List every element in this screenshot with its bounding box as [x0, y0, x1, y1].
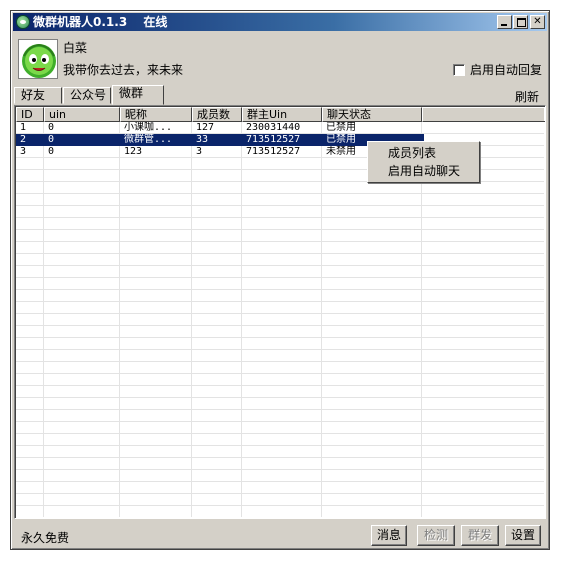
grid-row-line — [16, 217, 544, 218]
table-row-selected[interactable]: 2 0 微群管... 33 713512527 已禁用 — [16, 134, 424, 146]
grid-row-line — [16, 253, 544, 254]
avatar[interactable] — [18, 39, 58, 79]
close-button[interactable]: ✕ — [530, 15, 545, 29]
cell-uin: 0 — [48, 146, 55, 157]
table-row[interactable]: 1 0 小课咖... 127 230031440 已禁用 — [16, 122, 424, 134]
wechat-icon — [16, 15, 30, 29]
grid-row-line — [16, 337, 544, 338]
green-cabbage-avatar-icon — [19, 40, 57, 78]
table-row[interactable]: 3 0 123 3 713512527 未禁用 — [16, 146, 424, 158]
grid-row-line — [16, 397, 544, 398]
grid-row-line — [16, 505, 544, 506]
column-header-nickname[interactable]: 昵称 — [120, 107, 192, 122]
profile-nickname: 白菜 — [63, 41, 88, 55]
column-header-id[interactable]: ID — [16, 107, 44, 122]
column-header-owner-uin[interactable]: 群主Uin — [242, 107, 322, 122]
refresh-link[interactable]: 刷新 — [515, 88, 539, 105]
auto-reply-label: 启用自动回复 — [469, 63, 542, 77]
cell-owner-uin: 713512527 — [246, 134, 301, 145]
column-header-chat-status[interactable]: 聊天状态 — [322, 107, 422, 122]
grid-row-line — [16, 325, 544, 326]
grid-row-line — [16, 409, 544, 410]
group-send-button[interactable]: 群发 — [461, 525, 499, 546]
cell-chat-status: 已禁用 — [326, 122, 356, 133]
cell-id: 1 — [20, 122, 27, 133]
cell-uin: 0 — [48, 134, 55, 145]
cell-owner-uin: 713512527 — [246, 146, 301, 157]
settings-button[interactable]: 设置 — [505, 525, 541, 546]
cell-nickname: 小课咖... — [124, 122, 173, 133]
profile-signature: 我带你去过去，来未来 — [63, 63, 184, 77]
menu-item-enable-auto-chat[interactable]: 启用自动聊天 — [370, 162, 477, 180]
context-menu: 成员列表 启用自动聊天 — [367, 141, 480, 183]
cell-owner-uin: 230031440 — [246, 122, 301, 133]
tab-groups[interactable]: 微群 — [112, 85, 164, 105]
column-header-spacer — [422, 107, 545, 122]
tab-official-accounts[interactable]: 公众号 — [63, 87, 111, 104]
column-header-members[interactable]: 成员数 — [192, 107, 242, 122]
message-button[interactable]: 消息 — [371, 525, 407, 546]
grid-row-line — [16, 361, 544, 362]
list-header: ID uin 昵称 成员数 群主Uin 聊天状态 — [16, 107, 545, 122]
cell-members: 127 — [196, 122, 215, 133]
grid-row-line — [16, 481, 544, 482]
grid-row-line — [16, 313, 544, 314]
auto-reply-toggle[interactable]: 启用自动回复 — [452, 61, 542, 78]
grid-row-line — [16, 385, 544, 386]
menu-item-member-list[interactable]: 成员列表 — [370, 144, 477, 162]
grid-row-line — [16, 301, 544, 302]
grid-row-line — [16, 241, 544, 242]
grid-row-line — [16, 493, 544, 494]
grid-row-line — [16, 205, 544, 206]
maximize-button[interactable] — [513, 15, 528, 29]
grid-row-line — [16, 469, 544, 470]
cell-nickname: 123 — [124, 146, 143, 157]
status-text: 永久免费 — [21, 531, 70, 545]
grid-row-line — [16, 445, 544, 446]
grid-row-line — [16, 193, 544, 194]
cell-members: 3 — [196, 146, 203, 157]
grid-row-line — [16, 421, 544, 422]
grid-row-line — [16, 289, 544, 290]
online-status: 在线 — [143, 15, 168, 29]
grid-row-line — [16, 277, 544, 278]
grid-row-line — [16, 433, 544, 434]
cell-nickname: 微群管... — [124, 134, 173, 145]
minimize-button[interactable] — [497, 15, 512, 29]
grid-row-line — [16, 457, 544, 458]
column-header-uin[interactable]: uin — [44, 107, 120, 122]
main-window: 微群机器人0.1.3 在线 ✕ 白菜 我带你去过去，来未来 启用自动回复 好友 … — [10, 10, 550, 550]
check-button[interactable]: 检测 — [417, 525, 455, 546]
auto-reply-checkbox[interactable] — [452, 63, 465, 76]
grid-row-line — [16, 349, 544, 350]
cell-id: 3 — [20, 146, 27, 157]
title-bar[interactable]: 微群机器人0.1.3 在线 ✕ — [13, 13, 547, 31]
grid-row-line — [16, 373, 544, 374]
grid-row-line — [16, 229, 544, 230]
app-title: 微群机器人0.1.3 — [33, 15, 128, 29]
grid-row-line — [16, 265, 544, 266]
cell-members: 33 — [196, 134, 209, 145]
tab-friends[interactable]: 好友 — [14, 87, 62, 104]
cell-uin: 0 — [48, 122, 55, 133]
cell-id: 2 — [20, 134, 27, 145]
